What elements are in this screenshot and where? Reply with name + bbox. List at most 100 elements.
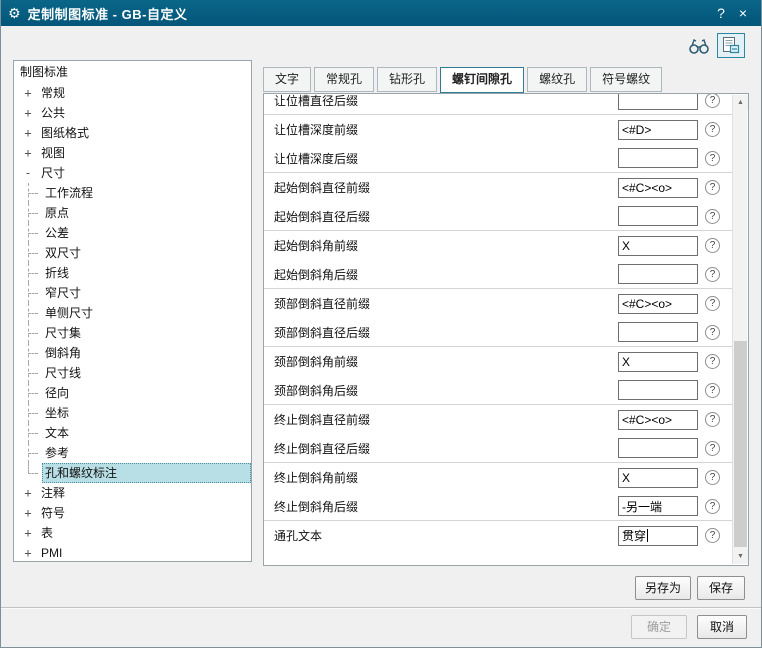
scroll-down-icon[interactable]: ▼ [733,549,748,564]
tree-item-14[interactable]: 尺寸线 [14,363,251,383]
tab-3[interactable]: 螺钉间隙孔 [440,67,525,93]
field-input-6[interactable] [618,264,698,284]
field-help-icon[interactable]: ? [705,180,720,195]
field-input-15[interactable]: 贯穿 [618,525,698,546]
document-settings-icon [721,36,741,55]
field-value: -另一端 [622,499,662,514]
field-help-icon[interactable]: ? [705,150,720,166]
field-input-14[interactable]: -另一端 [618,496,698,516]
tree-item-21[interactable]: + 符号 [14,503,251,523]
tree-item-22[interactable]: + 表 [14,523,251,543]
tree-item-13[interactable]: 倒斜角 [14,343,251,363]
field-help-icon[interactable]: ? [705,238,720,253]
field-help-icon[interactable]: ? [705,498,720,514]
vertical-scrollbar[interactable]: ▲ ▼ [732,95,748,564]
field-input-10[interactable] [618,380,698,400]
tree-item-label: 常规 [41,86,66,100]
cancel-button[interactable]: 取消 [697,615,747,639]
field-input-2[interactable] [618,148,698,168]
find-button[interactable] [685,33,713,58]
field-input-5[interactable]: X [618,235,698,256]
field-label: 让位槽深度后缀 [274,151,359,166]
field-value: X [622,354,631,369]
form-row-14: 终止倒斜角后缀 -另一端? [264,492,732,521]
expand-icon[interactable]: + [22,83,34,103]
field-help-icon[interactable]: ? [705,266,720,282]
expand-icon[interactable]: + [22,103,34,123]
help-button[interactable]: ? [710,5,732,21]
form-row-8: 颈部倒斜直径后缀? [264,318,732,347]
field-label: 终止倒斜角前缀 [274,471,359,485]
field-input-12[interactable] [618,438,698,458]
save-as-button[interactable]: 另存为 [635,576,691,600]
field-help-icon[interactable]: ? [705,94,720,108]
tree-item-15[interactable]: 径向 [14,383,251,403]
tree-item-9[interactable]: 折线 [14,263,251,283]
tree-item-18[interactable]: 参考 [14,443,251,463]
expand-icon[interactable]: + [22,503,34,523]
tab-4[interactable]: 螺纹孔 [527,67,588,92]
expand-icon[interactable]: + [22,523,34,543]
field-input-9[interactable]: X [618,351,698,372]
field-input-0[interactable] [618,94,698,110]
tree-item-17[interactable]: 文本 [14,423,251,443]
tree-item-1[interactable]: + 公共 [14,103,251,123]
tab-2[interactable]: 钻形孔 [377,67,438,92]
tree-item-3[interactable]: + 视图 [14,143,251,163]
tree-item-4[interactable]: - 尺寸 [14,163,251,183]
tree-item-12[interactable]: 尺寸集 [14,323,251,343]
tree-item-11[interactable]: 单侧尺寸 [14,303,251,323]
field-help-icon[interactable]: ? [705,354,720,369]
field-help-icon[interactable]: ? [705,382,720,398]
tree-item-6[interactable]: 原点 [14,203,251,223]
field-label: 终止倒斜直径后缀 [274,441,371,456]
field-help-icon[interactable]: ? [705,296,720,311]
scroll-up-icon[interactable]: ▲ [733,95,748,110]
collapse-icon[interactable]: - [22,163,34,183]
field-help-icon[interactable]: ? [705,440,720,456]
field-input-11[interactable]: <#C><o> [618,409,698,430]
standards-tree-panel: 制图标准 + 常规 + 公共 + 图纸格式 + 视图 - 尺寸 工作流程 原点 公差 双尺寸 折线 窄尺寸 单侧… [13,60,252,562]
tree-item-10[interactable]: 窄尺寸 [14,283,251,303]
expand-icon[interactable]: + [22,483,34,503]
field-label: 颈部倒斜角后缀 [274,383,359,398]
field-help-icon[interactable]: ? [705,208,720,224]
tree-item-8[interactable]: 双尺寸 [14,243,251,263]
field-help-icon[interactable]: ? [705,324,720,340]
field-input-3[interactable]: <#C><o> [618,177,698,198]
field-help-icon[interactable]: ? [705,470,720,485]
expand-icon[interactable]: + [22,143,34,163]
form-row-10: 颈部倒斜角后缀? [264,376,732,405]
field-help-icon[interactable]: ? [705,412,720,427]
tree-item-23[interactable]: + PMI [14,543,251,561]
field-input-1[interactable]: <#D> [618,119,698,140]
tree-item-0[interactable]: + 常规 [14,83,251,103]
tab-1[interactable]: 常规孔 [314,67,375,92]
tree-item-7[interactable]: 公差 [14,223,251,243]
tree-item-5[interactable]: 工作流程 [14,183,251,203]
field-input-13[interactable]: X [618,467,698,488]
field-input-7[interactable]: <#C><o> [618,293,698,314]
field-help-icon[interactable]: ? [705,528,720,543]
expand-icon[interactable]: + [22,543,34,561]
expand-icon[interactable]: + [22,123,34,143]
tree-item-19[interactable]: 孔和螺纹标注 [14,463,251,483]
tree-item-label: 尺寸集 [45,326,82,340]
customize-standard-button[interactable] [717,33,745,58]
dialog-window: ⚙ 定制制图标准 - GB-自定义 ? × 制图标准 + 常规 + 公共 + 图… [0,0,762,648]
close-button[interactable]: × [732,5,754,21]
field-input-8[interactable] [618,322,698,342]
tree-item-label: 符号 [41,506,66,520]
tree-item-2[interactable]: + 图纸格式 [14,123,251,143]
scroll-thumb[interactable] [734,340,747,547]
tab-5[interactable]: 符号螺纹 [590,67,663,92]
tree-item-16[interactable]: 坐标 [14,403,251,423]
field-input-4[interactable] [618,206,698,226]
field-label: 起始倒斜直径后缀 [274,209,371,224]
field-value: <#C><o> [622,296,673,311]
form-row-13: 终止倒斜角前缀 X? [264,463,732,492]
tree-item-20[interactable]: + 注释 [14,483,251,503]
field-help-icon[interactable]: ? [705,122,720,137]
save-button[interactable]: 保存 [697,576,745,600]
tab-0[interactable]: 文字 [263,67,312,92]
